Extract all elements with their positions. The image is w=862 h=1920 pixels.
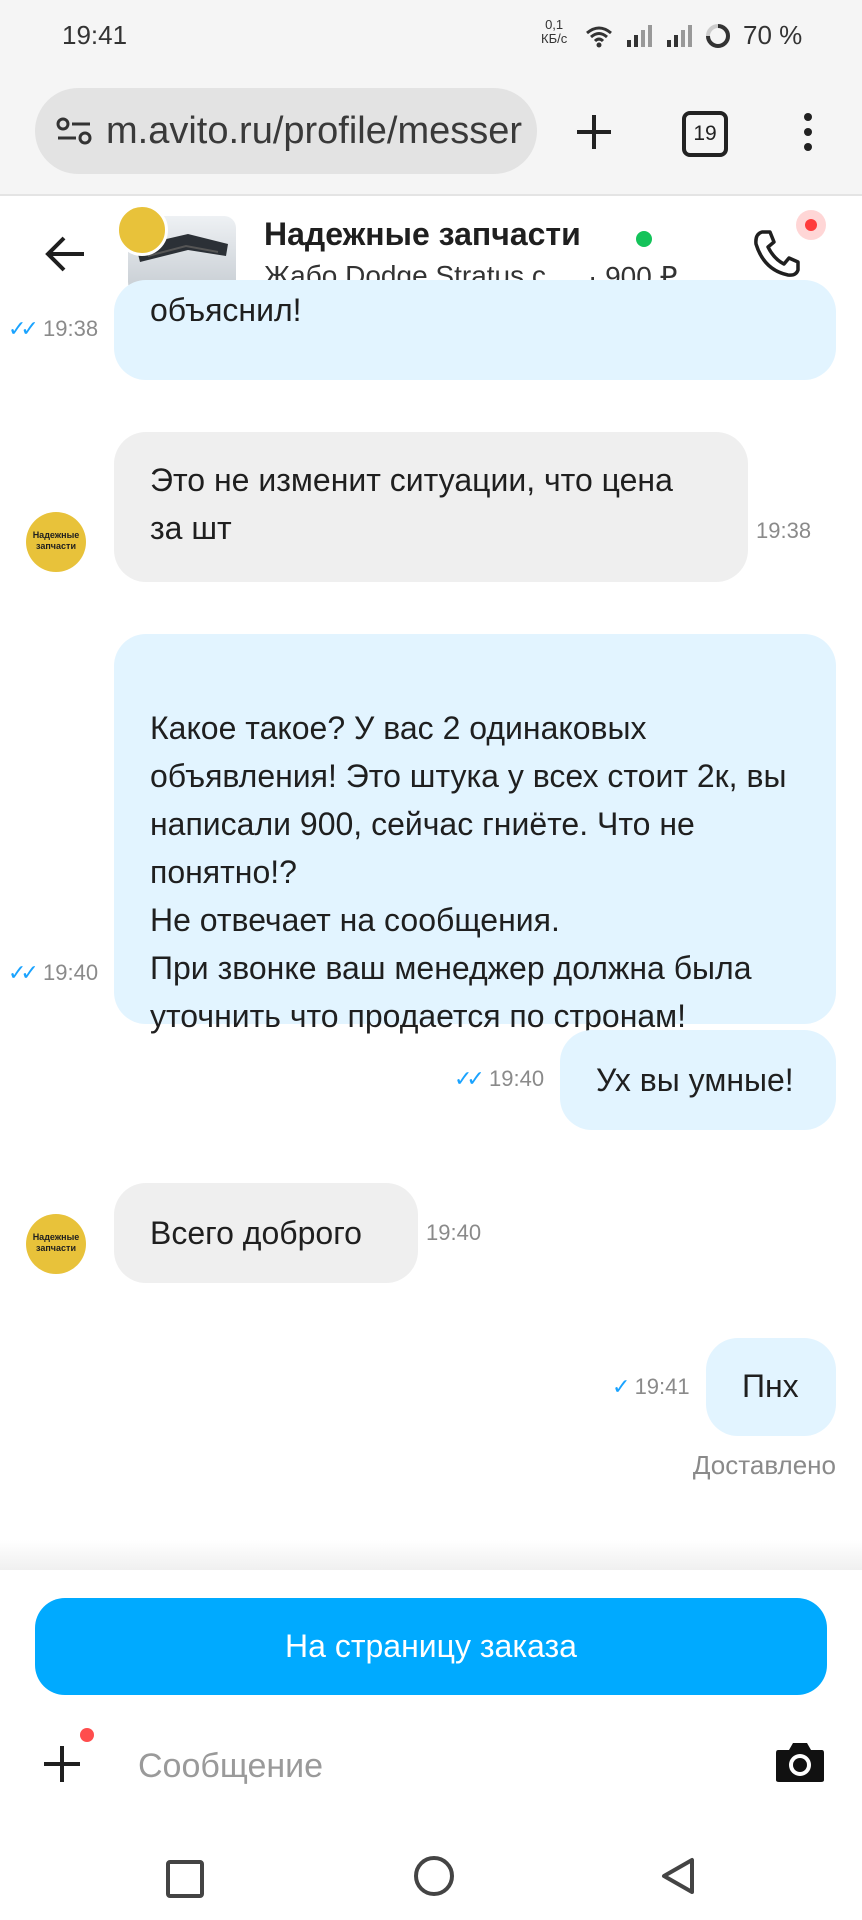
back-arrow-icon[interactable] (44, 234, 88, 274)
message-time: ✓✓ 19:40 (454, 1066, 544, 1092)
order-page-button[interactable]: На страницу заказа (35, 1598, 827, 1695)
message-time-text: 19:38 (43, 316, 99, 341)
new-tab-icon[interactable] (574, 112, 614, 152)
header-shadow-spacer (0, 270, 862, 316)
url-text[interactable]: m.avito.ru/profile/messer (106, 110, 526, 153)
message-input[interactable] (136, 1738, 740, 1794)
read-check-icon: ✓✓ (8, 316, 39, 341)
message-time-text: 19:40 (43, 960, 99, 985)
online-indicator (636, 231, 652, 247)
status-time: 19:41 (62, 20, 128, 50)
message-time-text: 19:40 (489, 1066, 545, 1091)
site-settings-icon[interactable] (56, 116, 92, 146)
network-speed-value: 0,1 (545, 17, 564, 32)
camera-icon[interactable] (774, 1738, 826, 1784)
back-triangle-icon[interactable] (660, 1856, 696, 1896)
tabs-icon[interactable]: 19 (682, 111, 728, 157)
message-bubble-outgoing[interactable]: Какое такое? У вас 2 одинаковых объявлен… (114, 634, 836, 1034)
message-text: Ух вы умные! (596, 1062, 794, 1098)
signal-icon (667, 24, 692, 47)
delivery-status: Доставлено (692, 1450, 836, 1480)
message-text: Какое такое? У вас 2 одинаковых объявлен… (150, 710, 787, 1034)
call-notification-dot (796, 210, 826, 240)
tab-count: 19 (693, 122, 717, 145)
home-circle-icon[interactable] (414, 1856, 454, 1896)
bottom-fade (0, 1540, 862, 1570)
attach-notification-dot (80, 1728, 94, 1742)
more-vert-icon[interactable] (798, 112, 818, 152)
message-time: 19:40 (426, 1220, 482, 1245)
sent-check-icon: ✓ (612, 1374, 631, 1399)
seller-avatar[interactable]: Надежные запчасти (26, 1214, 86, 1274)
message-time: 19:38 (756, 518, 812, 543)
read-check-icon: ✓✓ (8, 960, 39, 985)
avatar-label: Надежные запчасти (32, 1232, 80, 1253)
seller-avatar-small (116, 204, 168, 256)
message-bubble-incoming[interactable]: Это не изменит ситуации, что цена за шт (114, 432, 748, 582)
signal-icon (627, 24, 652, 47)
message-bubble-incoming[interactable]: Всего доброго (114, 1183, 418, 1283)
read-check-icon: ✓✓ (454, 1066, 485, 1091)
message-time: ✓✓ 19:38 (8, 316, 98, 342)
battery-percent: 70 % (743, 20, 803, 50)
message-text: Всего доброго (150, 1215, 362, 1251)
recents-square-icon[interactable] (166, 1860, 204, 1898)
wifi-icon (586, 26, 612, 47)
message-bubble-outgoing[interactable]: Пнх (706, 1338, 836, 1436)
message-time-text: 19:41 (634, 1374, 690, 1399)
status-icons: 70 % (585, 20, 802, 51)
seller-name[interactable]: Надежные запчасти (264, 216, 581, 253)
battery-ring-icon (706, 23, 730, 48)
message-text: Пнх (742, 1368, 799, 1404)
avatar-label: Надежные запчасти (32, 530, 80, 551)
message-time: ✓ 19:41 (612, 1374, 690, 1400)
message-time: ✓✓ 19:40 (8, 960, 98, 986)
message-text: Это не изменит ситуации, что цена за шт (150, 462, 673, 546)
network-speed: 0,1 КБ/с (541, 18, 567, 46)
seller-avatar[interactable]: Надежные запчасти (26, 512, 86, 572)
network-speed-unit: КБ/с (541, 31, 568, 46)
message-bubble-outgoing[interactable]: Ух вы умные! (560, 1030, 836, 1130)
plus-icon[interactable] (42, 1744, 82, 1784)
